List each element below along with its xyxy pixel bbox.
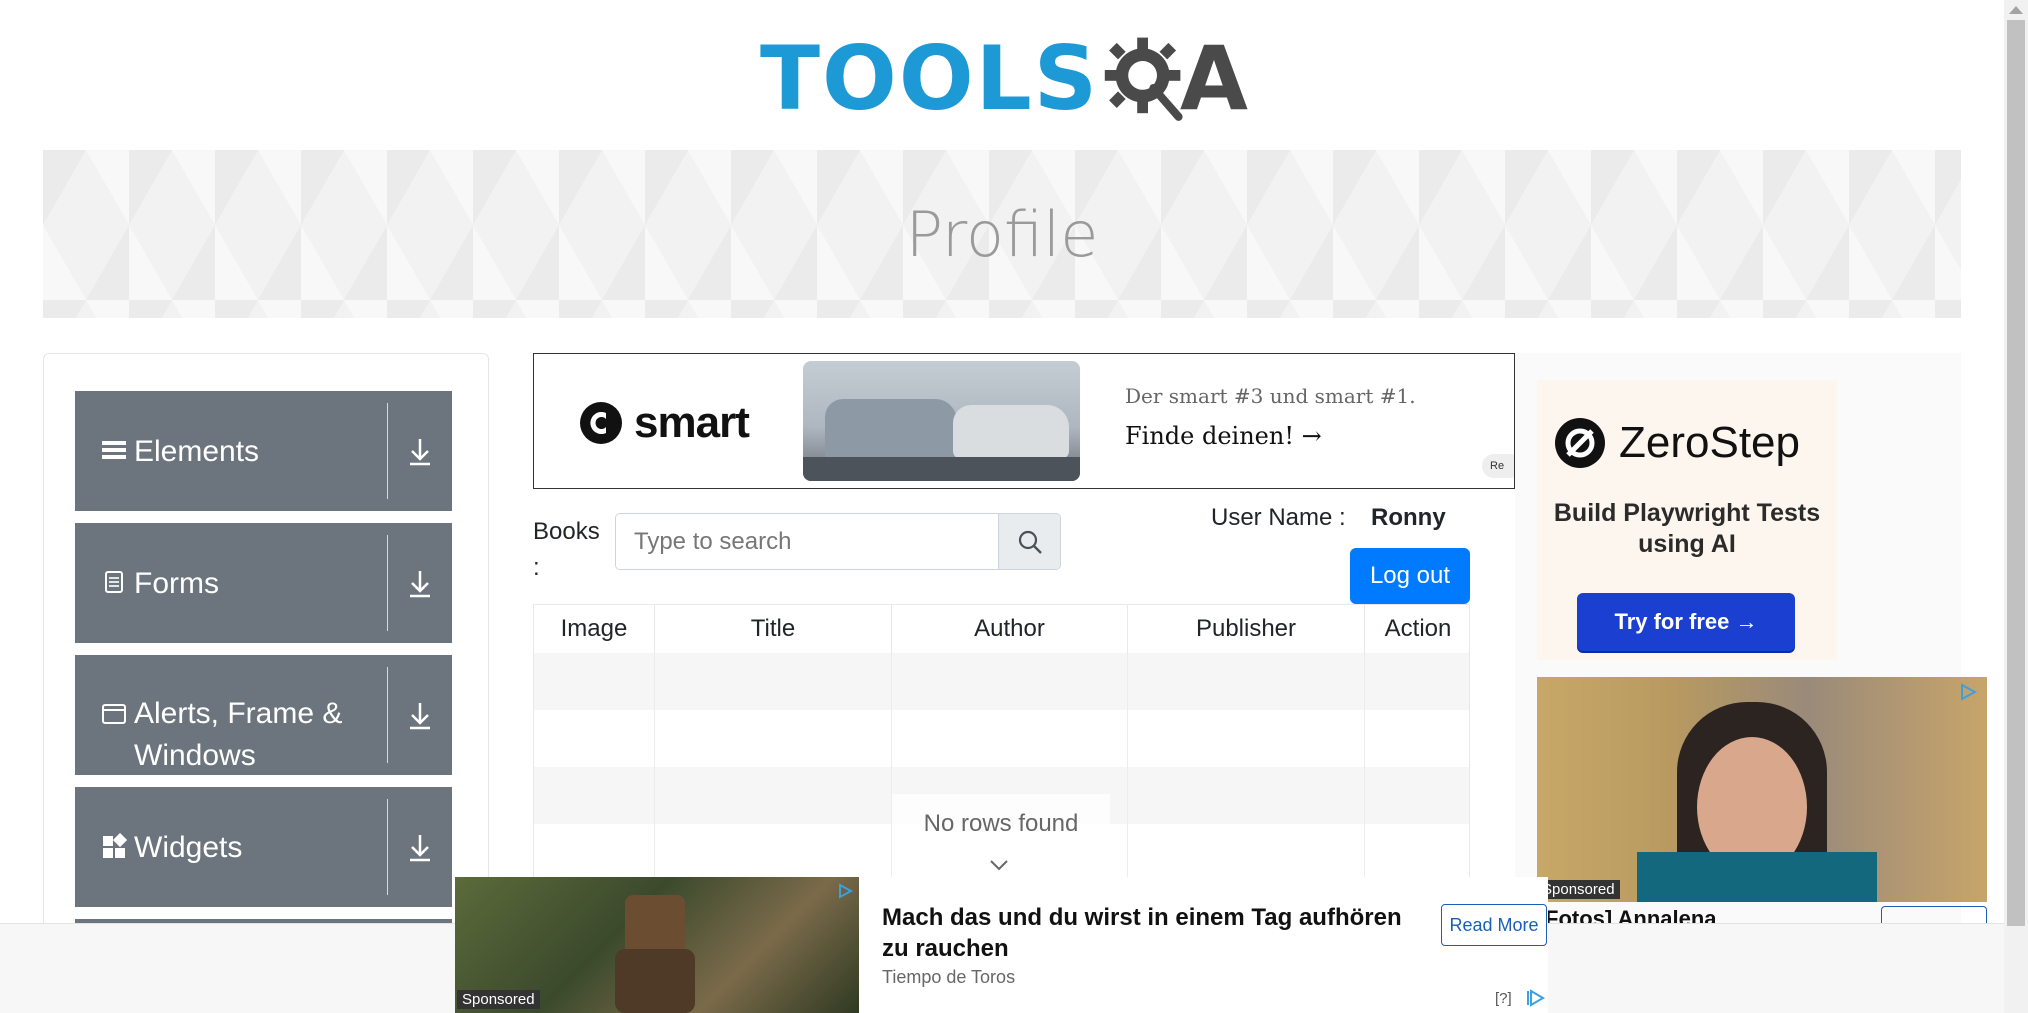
logout-button[interactable]: Log out bbox=[1350, 548, 1470, 604]
download-arrow-icon bbox=[410, 571, 430, 598]
left-navigation: Elements Forms Alerts, Frame & Windows W… bbox=[43, 353, 489, 1013]
gear-magnifier-icon bbox=[1104, 37, 1183, 121]
browser-window-icon bbox=[101, 701, 127, 727]
search-box bbox=[615, 513, 1061, 570]
column-header-title[interactable]: Title bbox=[655, 605, 892, 653]
car-image bbox=[803, 361, 1080, 481]
download-arrow-icon bbox=[410, 439, 430, 466]
sidebar-group-forms[interactable]: Forms bbox=[75, 523, 452, 643]
try-for-free-button[interactable]: Try for free → bbox=[1577, 593, 1795, 651]
page: TOOLS A Profile Elements Forms Alerts, F… bbox=[0, 0, 2028, 1013]
ad-headline[interactable]: Mach das und du wirst in einem Tag aufhö… bbox=[882, 902, 1402, 964]
zerostep-logo: ZeroStep bbox=[1553, 416, 1800, 470]
ad-source: Tiempo de Toros bbox=[882, 967, 1016, 987]
smart-logo: smart bbox=[578, 398, 750, 448]
sponsored-tag: Sponsored bbox=[457, 990, 540, 1009]
adchoice-icon[interactable] bbox=[1959, 683, 1977, 701]
page-banner: Profile bbox=[43, 150, 1961, 318]
user-name-label: User Name : bbox=[1211, 504, 1346, 531]
ad-help-link[interactable]: [?] bbox=[1495, 990, 1512, 1007]
divider bbox=[387, 403, 388, 499]
adchoice-label: Re bbox=[1490, 460, 1505, 472]
bottom-sponsored-ad[interactable]: Sponsored Mach das und du wirst in einem… bbox=[455, 877, 1548, 1013]
scroll-up-arrow-icon[interactable] bbox=[2009, 6, 2023, 14]
page-title: Profile bbox=[905, 197, 1099, 271]
zerostep-brand-icon bbox=[1555, 418, 1605, 468]
download-arrow-icon bbox=[410, 703, 430, 730]
user-name-value: Ronny bbox=[1371, 504, 1446, 531]
column-header-publisher[interactable]: Publisher bbox=[1128, 605, 1365, 653]
zerostep-brand-text: ZeroStep bbox=[1619, 418, 1800, 467]
divider bbox=[387, 667, 388, 763]
zerostep-tagline: Build Playwright Tests using AI bbox=[1553, 499, 1821, 558]
column-header-action[interactable]: Action bbox=[1365, 605, 1469, 653]
ad-text-line2: Finde deinen! → bbox=[1125, 422, 1322, 450]
sidebar-group-label: Alerts, Frame & Windows bbox=[134, 697, 343, 772]
read-more-button[interactable]: Read More bbox=[1441, 904, 1547, 946]
column-header-author[interactable]: Author bbox=[892, 605, 1128, 653]
smart-brand-icon bbox=[580, 402, 622, 444]
hamburger-icon bbox=[101, 437, 127, 463]
news-photo-ad[interactable] bbox=[1537, 677, 1987, 902]
ad-text-line1: Der smart #3 und smart #1. bbox=[1125, 384, 1416, 408]
smart-brand-text: smart bbox=[634, 398, 750, 447]
search-icon bbox=[1018, 530, 1042, 554]
zerostep-ad[interactable]: ZeroStep Build Playwright Tests using AI… bbox=[1537, 380, 1837, 660]
site-logo[interactable]: TOOLS A bbox=[760, 20, 1248, 138]
widgets-icon bbox=[101, 832, 128, 859]
sidebar-group-label: Widgets bbox=[134, 831, 243, 864]
adchoice-icon[interactable] bbox=[837, 883, 853, 899]
chevron-down-icon bbox=[990, 860, 1008, 871]
divider bbox=[387, 799, 388, 895]
search-input[interactable] bbox=[616, 514, 998, 569]
sidebar-group-widgets[interactable]: Widgets bbox=[75, 787, 452, 907]
table-header: Image Title Author Publisher Action bbox=[534, 605, 1469, 653]
sidebar-group-alerts-frame-windows[interactable]: Alerts, Frame & Windows bbox=[75, 655, 452, 775]
table-row bbox=[534, 653, 1469, 710]
sponsored-tag: Sponsored bbox=[1537, 880, 1620, 899]
books-label: Books : bbox=[533, 518, 600, 581]
column-header-image[interactable]: Image bbox=[534, 605, 655, 653]
sidebar-group-elements[interactable]: Elements bbox=[75, 391, 452, 511]
logo-text-a: A bbox=[1179, 27, 1248, 130]
search-button[interactable] bbox=[998, 514, 1060, 569]
logo-text-tools: TOOLS bbox=[760, 27, 1100, 130]
scrollbar-thumb[interactable] bbox=[2007, 20, 2025, 926]
document-icon bbox=[101, 569, 127, 595]
adchoice-info-icon[interactable]: Re bbox=[1482, 454, 1514, 478]
no-rows-message: No rows found bbox=[892, 794, 1110, 854]
table-row bbox=[534, 710, 1469, 767]
adchoice-icon[interactable] bbox=[1525, 989, 1545, 1007]
divider bbox=[387, 535, 388, 631]
sidebar-group-label: Elements bbox=[134, 435, 260, 468]
sidebar-group-label: Forms bbox=[134, 567, 219, 600]
download-arrow-icon bbox=[410, 835, 430, 862]
smart-ad-banner[interactable]: smart Der smart #3 und smart #1. Finde d… bbox=[533, 353, 1515, 489]
